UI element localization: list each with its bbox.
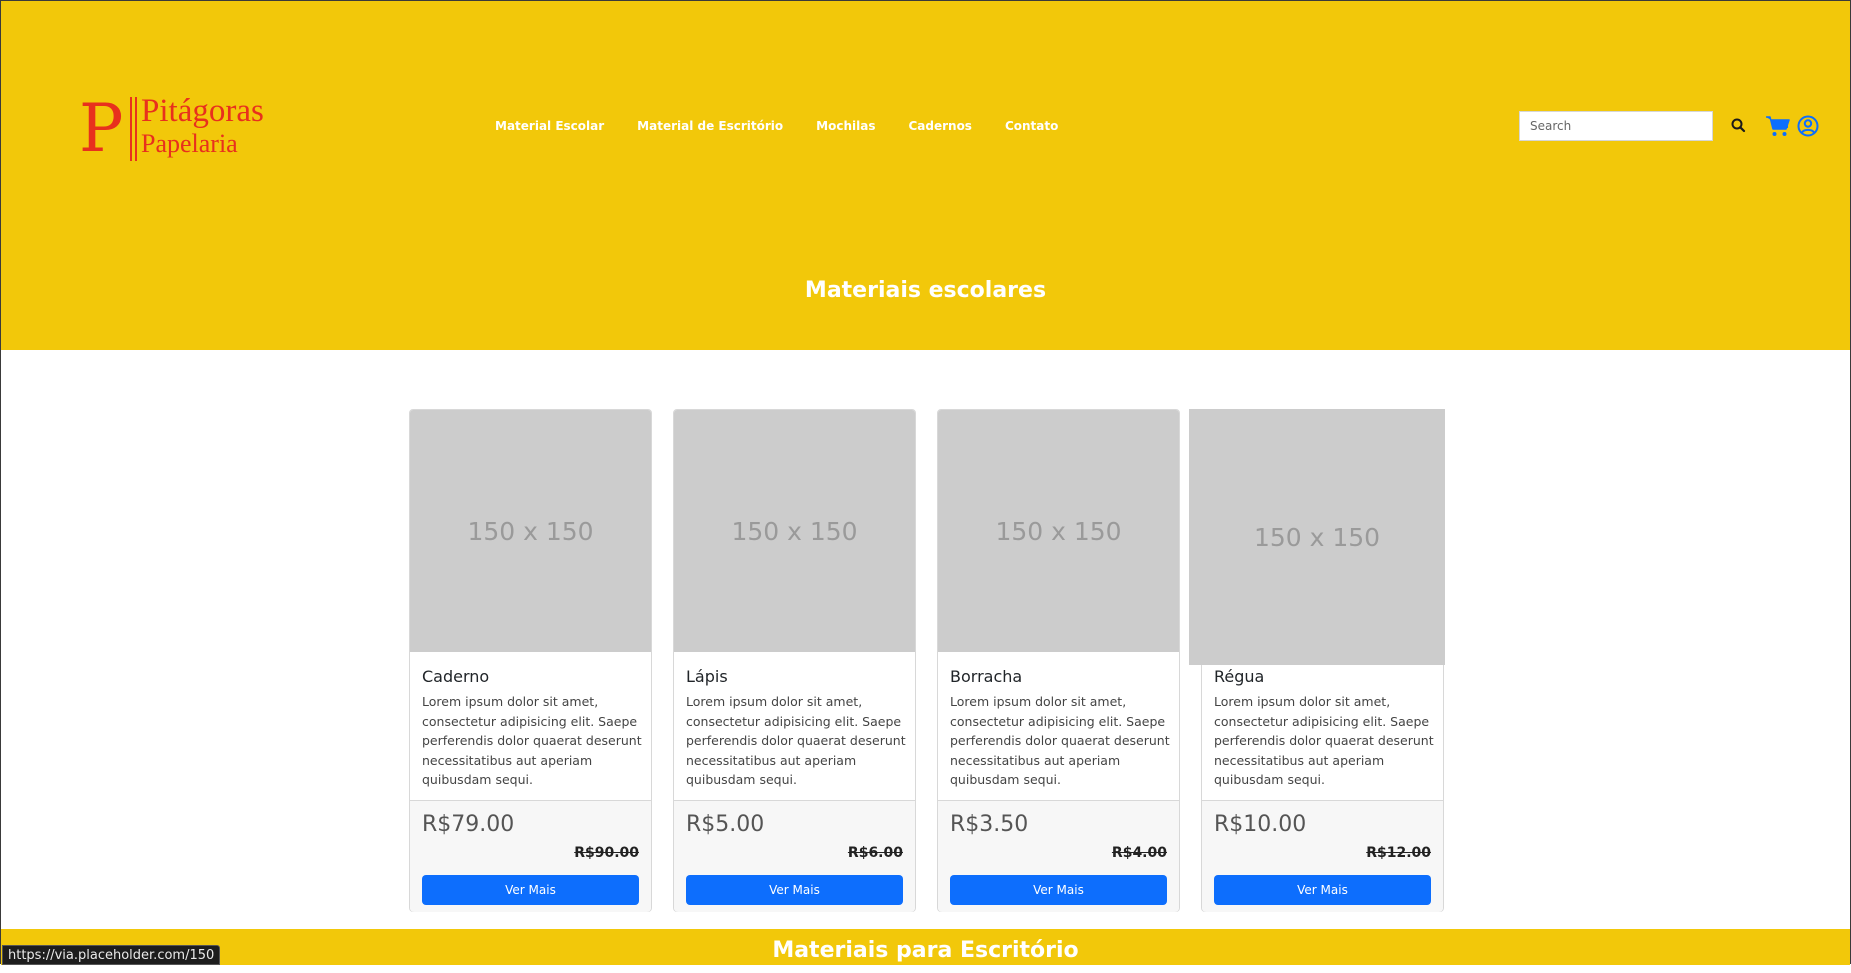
product-old-price: R$90.00	[574, 845, 639, 861]
product-card: 150 x 150 Caderno Lorem ipsum dolor sit …	[409, 409, 652, 912]
product-image[interactable]: 150 x 150	[674, 410, 915, 652]
nav-material-escolar[interactable]: Material Escolar	[495, 115, 604, 137]
ver-mais-button[interactable]: Ver Mais	[1214, 875, 1431, 905]
ver-mais-button[interactable]: Ver Mais	[950, 875, 1167, 905]
product-image-hovered[interactable]: 150 x 150	[1189, 409, 1445, 665]
product-footer: R$5.00 R$6.00 Ver Mais	[674, 800, 915, 912]
product-price: R$10.00	[1214, 812, 1307, 837]
product-title: Caderno	[422, 667, 490, 686]
page-title: Materiais escolares	[804, 278, 1047, 303]
nav-cadernos[interactable]: Cadernos	[908, 115, 971, 137]
product-old-price: R$12.00	[1366, 845, 1431, 861]
product-footer: R$79.00 R$90.00 Ver Mais	[410, 800, 651, 912]
user-circle-icon	[1797, 115, 1819, 137]
product-title: Borracha	[950, 667, 1023, 686]
product-price: R$3.50	[950, 812, 1029, 837]
product-description: Lorem ipsum dolor sit amet, consectetur …	[950, 694, 1170, 787]
ver-mais-button[interactable]: Ver Mais	[422, 875, 639, 905]
section-office-banner: Materiais para Escritório	[1, 929, 1850, 965]
product-footer: R$10.00 R$12.00 Ver Mais	[1202, 800, 1443, 912]
logo-bars	[130, 97, 137, 161]
product-description: Lorem ipsum dolor sit amet, consectetur …	[686, 694, 906, 787]
section-title: Materiais para Escritório	[772, 938, 1079, 963]
product-image[interactable]: 150 x 150	[938, 410, 1179, 652]
product-price: R$5.00	[686, 812, 765, 837]
product-card: R$10.00 R$12.00 Ver Mais Régua Lorem ips…	[1189, 409, 1445, 912]
logo-subtitle: Papelaria	[141, 129, 238, 158]
ver-mais-button[interactable]: Ver Mais	[686, 875, 903, 905]
nav-material-escritorio[interactable]: Material de Escritório	[637, 115, 783, 137]
product-description: Lorem ipsum dolor sit amet, consectetur …	[1214, 694, 1434, 787]
user-button[interactable]	[1796, 114, 1820, 138]
nav-mochilas[interactable]: Mochilas	[816, 115, 875, 137]
search-input[interactable]	[1519, 111, 1713, 141]
product-footer: R$3.50 R$4.00 Ver Mais	[938, 800, 1179, 912]
logo-letter: P	[79, 90, 124, 167]
hero-banner: P Pitágoras Papelaria Material Escolar M…	[1, 1, 1850, 350]
search-button[interactable]	[1729, 116, 1749, 136]
product-card: 150 x 150 Lápis Lorem ipsum dolor sit am…	[673, 409, 916, 912]
product-price: R$79.00	[422, 812, 515, 837]
product-description: Lorem ipsum dolor sit amet, consectetur …	[422, 694, 642, 787]
product-old-price: R$6.00	[847, 845, 903, 861]
search-icon	[1731, 118, 1746, 133]
nav-contato[interactable]: Contato	[1005, 115, 1058, 137]
cart-icon	[1766, 116, 1790, 136]
product-title: Lápis	[686, 667, 728, 686]
main-nav: Material Escolar Material de Escritório …	[495, 115, 1091, 137]
logo-name: Pitágoras	[141, 93, 264, 129]
cart-button[interactable]	[1765, 114, 1791, 138]
product-card: 150 x 150 Borracha Lorem ipsum dolor sit…	[937, 409, 1180, 912]
product-image[interactable]: 150 x 150	[410, 410, 651, 652]
status-bar-url: https://via.placeholder.com/150	[2, 945, 221, 965]
product-title: Régua	[1214, 667, 1265, 686]
product-old-price: R$4.00	[1111, 845, 1167, 861]
